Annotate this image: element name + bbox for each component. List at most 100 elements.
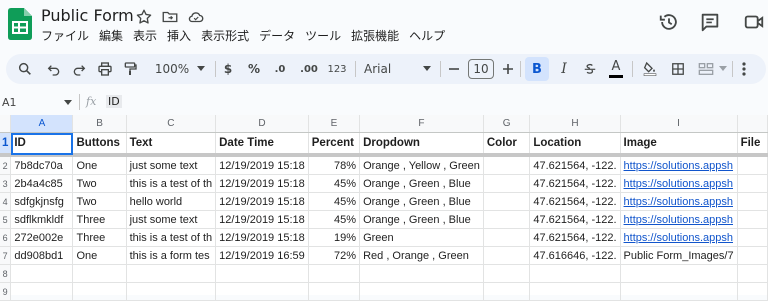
cell[interactable]	[483, 264, 531, 283]
cell[interactable]: Public Form_Images/7	[620, 246, 738, 265]
percent-format-button[interactable]: %	[245, 54, 263, 84]
column-header[interactable]: G	[483, 115, 531, 133]
cell[interactable]: Date Time	[215, 132, 309, 157]
cell[interactable]: 47.616646, -122.	[529, 246, 621, 265]
cell[interactable]	[10, 282, 74, 301]
cell[interactable]: 45%	[308, 192, 361, 211]
menu-view[interactable]: 表示	[133, 27, 157, 44]
cell[interactable]	[359, 264, 484, 283]
cell[interactable]: Percent	[308, 132, 361, 157]
redo-icon[interactable]	[68, 54, 90, 84]
cell[interactable]: Buttons	[72, 132, 127, 157]
menu-data[interactable]: データ	[259, 27, 295, 44]
cell[interactable]	[308, 264, 361, 283]
menu-format[interactable]: 表示形式	[201, 27, 249, 44]
row-header[interactable]: 1	[0, 132, 12, 157]
font-select[interactable]: Arial	[364, 54, 414, 84]
borders-icon[interactable]	[666, 54, 690, 84]
cell[interactable]: 12/19/2019 16:59	[215, 246, 309, 265]
cell[interactable]: 45%	[308, 210, 361, 229]
meet-icon[interactable]	[743, 11, 765, 33]
cell[interactable]: 47.621564, -122.	[529, 174, 621, 193]
cell[interactable]	[215, 264, 309, 283]
column-header[interactable]: C	[126, 115, 217, 133]
name-box-dropdown-icon[interactable]	[64, 99, 72, 106]
cell[interactable]	[620, 282, 738, 301]
cell[interactable]: 78%	[308, 155, 361, 175]
cell[interactable]: 47.621564, -122.	[529, 228, 621, 247]
cell[interactable]: 12/19/2019 15:18	[215, 228, 309, 247]
cell[interactable]: this is a form tes	[126, 246, 217, 265]
more-options-icon[interactable]	[736, 54, 752, 84]
move-to-folder-icon[interactable]	[161, 8, 179, 26]
cell[interactable]: Image	[620, 132, 738, 157]
cell[interactable]: https://solutions.appsh	[620, 174, 738, 193]
cell[interactable]: 47.621564, -122.	[529, 192, 621, 211]
cell[interactable]: this is a test of th	[126, 174, 217, 193]
cell[interactable]: Location	[529, 132, 621, 157]
cell[interactable]	[483, 174, 531, 193]
decrease-font-size-icon[interactable]	[445, 54, 463, 84]
menu-edit[interactable]: 編集	[99, 27, 123, 44]
currency-format-button[interactable]: $	[220, 54, 236, 84]
row-header[interactable]: 8	[0, 264, 12, 283]
cell[interactable]: sdflkmkldf	[10, 210, 74, 229]
cell[interactable]	[737, 210, 768, 229]
zoom-dropdown-icon[interactable]	[194, 54, 208, 84]
column-header[interactable]	[737, 115, 768, 133]
cell[interactable]: Orange , Yellow , Green	[359, 155, 484, 175]
menu-help[interactable]: ヘルプ	[409, 27, 445, 44]
cell[interactable]: https://solutions.appsh	[620, 155, 738, 175]
cell[interactable]: 47.621564, -122.	[529, 155, 621, 175]
cell[interactable]	[737, 282, 768, 301]
cell[interactable]: 2b4a4c85	[10, 174, 74, 193]
cell[interactable]: Two	[72, 192, 127, 211]
cell[interactable]	[72, 282, 127, 301]
cell[interactable]	[72, 264, 127, 283]
cloud-status-icon[interactable]	[187, 8, 205, 26]
cell[interactable]: 12/19/2019 15:18	[215, 174, 309, 193]
cell[interactable]	[737, 246, 768, 265]
cell[interactable]	[10, 264, 74, 283]
cell[interactable]: 12/19/2019 15:18	[215, 192, 309, 211]
row-header[interactable]: 3	[0, 174, 12, 193]
column-header[interactable]: D	[215, 115, 309, 133]
cell[interactable]	[483, 246, 531, 265]
row-header[interactable]: 5	[0, 210, 12, 229]
font-size-input[interactable]: 10	[467, 54, 495, 84]
row-header[interactable]: 4	[0, 192, 12, 211]
sheets-logo-icon[interactable]	[8, 8, 32, 40]
cell[interactable]: Orange , Green , Blue	[359, 174, 484, 193]
menu-extensions[interactable]: 拡張機能	[351, 27, 399, 44]
cell[interactable]	[529, 282, 621, 301]
paint-format-icon[interactable]	[119, 54, 141, 84]
bold-button[interactable]: B	[525, 57, 549, 81]
undo-icon[interactable]	[43, 54, 65, 84]
cell[interactable]	[483, 282, 531, 301]
cell[interactable]: File	[737, 132, 768, 157]
row-header[interactable]: 7	[0, 246, 12, 265]
cell[interactable]	[737, 174, 768, 193]
cell[interactable]	[737, 192, 768, 211]
column-header[interactable]: A	[10, 115, 74, 133]
cell[interactable]: 12/19/2019 15:18	[215, 155, 309, 175]
cell[interactable]: just some text	[126, 155, 217, 175]
cell[interactable]	[483, 155, 531, 175]
cell[interactable]	[483, 228, 531, 247]
cell[interactable]: https://solutions.appsh	[620, 228, 738, 247]
cell[interactable]	[126, 282, 217, 301]
cell[interactable]: Three	[72, 228, 127, 247]
name-box[interactable]: A1	[2, 96, 72, 109]
cell[interactable]: 7b8dc70a	[10, 155, 74, 175]
fill-color-icon[interactable]	[638, 54, 662, 84]
strikethrough-icon[interactable]	[578, 54, 602, 84]
cell[interactable]	[483, 192, 531, 211]
column-header[interactable]: B	[72, 115, 127, 133]
menu-tools[interactable]: ツール	[305, 27, 341, 44]
menu-insert[interactable]: 挿入	[167, 27, 191, 44]
column-header[interactable]: I	[620, 115, 738, 133]
cell[interactable]: 19%	[308, 228, 361, 247]
cell[interactable]: Red , Orange , Green	[359, 246, 484, 265]
cell[interactable]: 72%	[308, 246, 361, 265]
cell[interactable]	[620, 264, 738, 283]
